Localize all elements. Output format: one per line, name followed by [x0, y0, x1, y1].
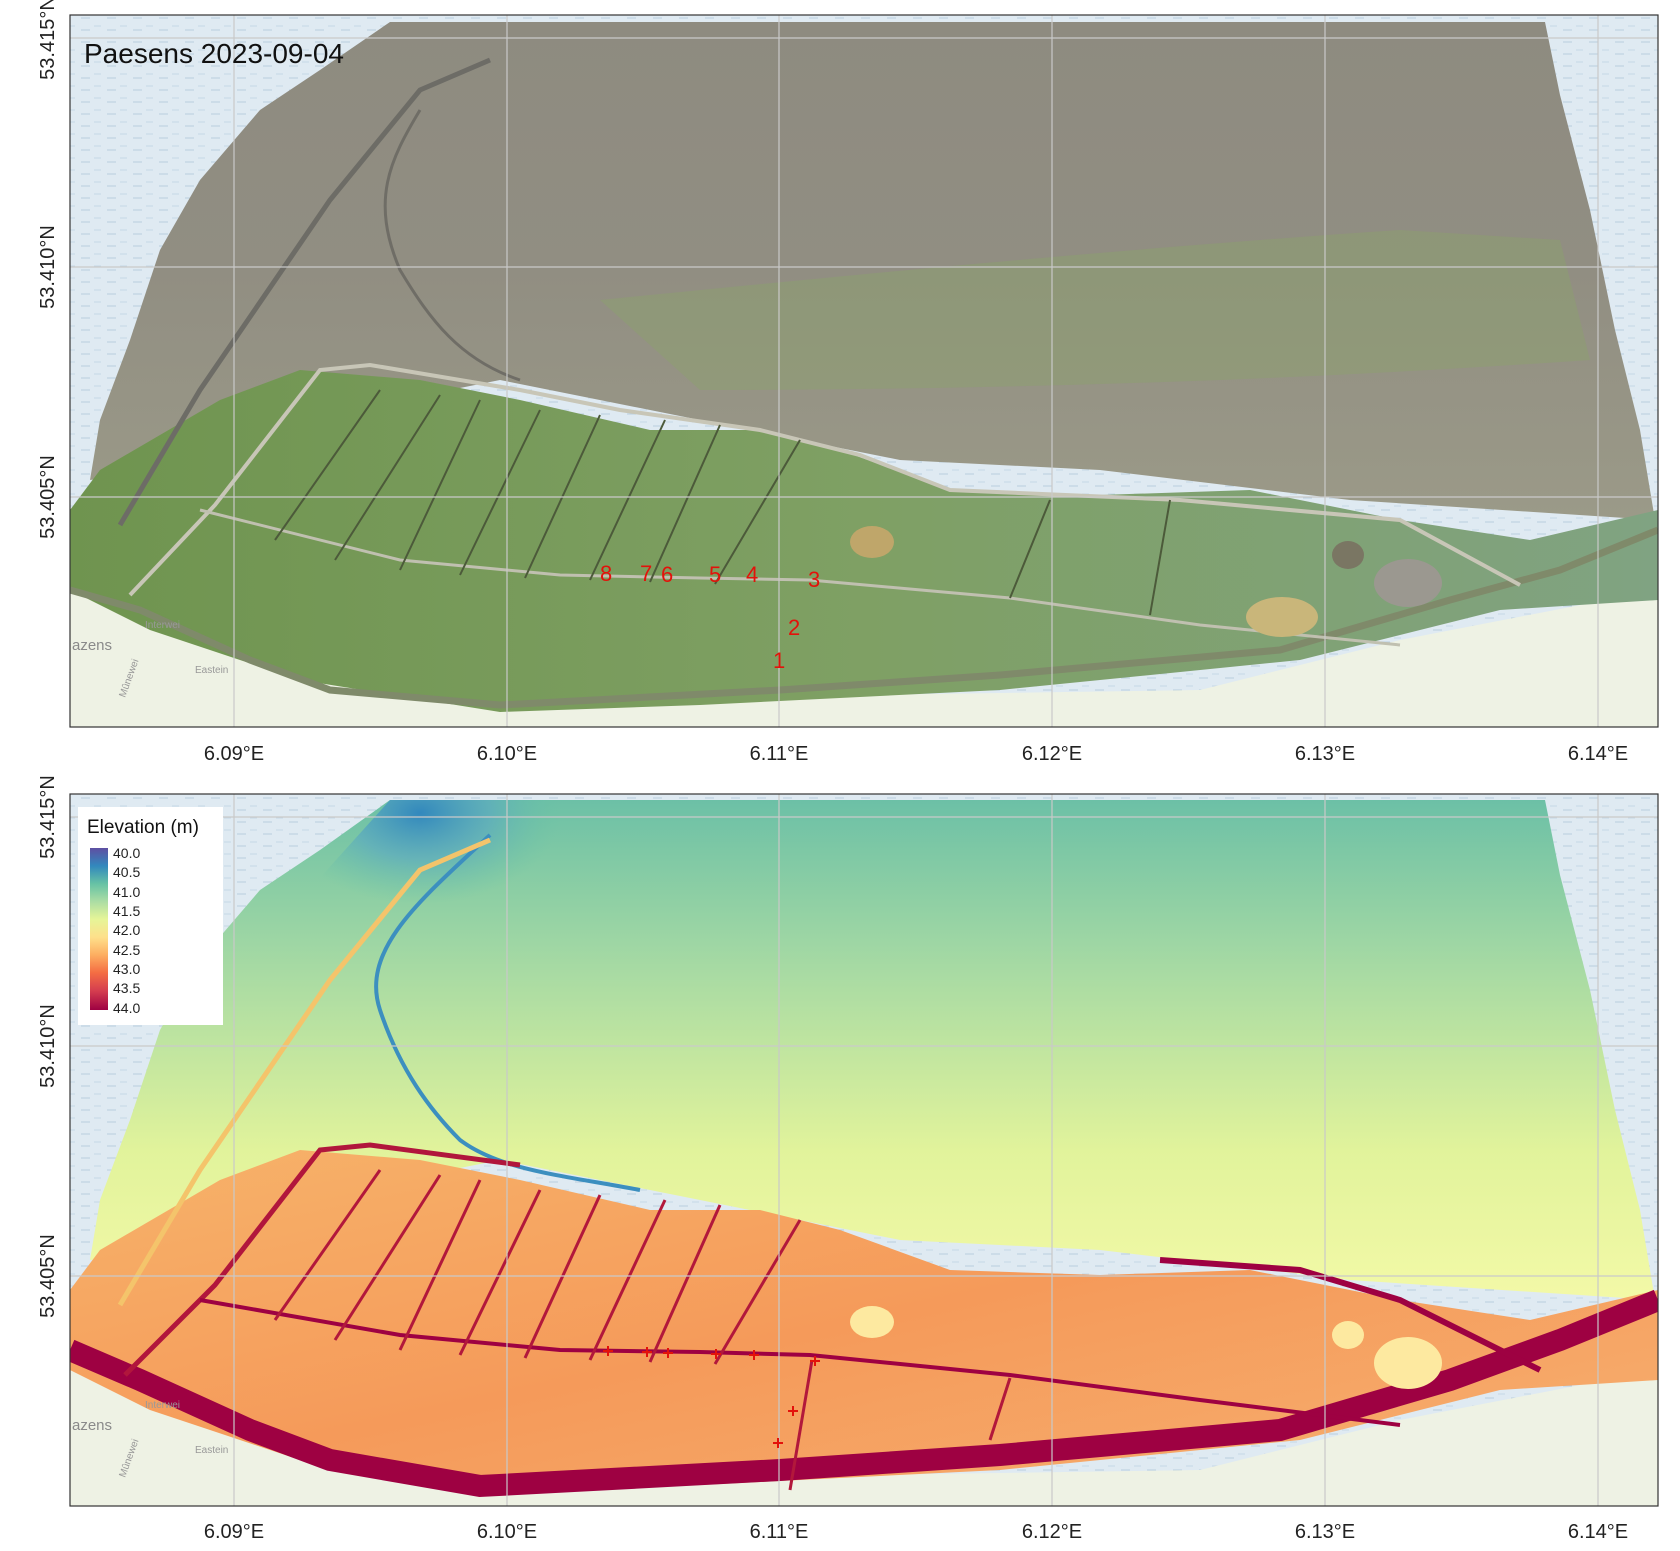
legend-title: Elevation (m) — [87, 817, 199, 838]
legend-label: 40.0 — [113, 845, 140, 861]
top-x-axis: 6.09°E 6.10°E 6.11°E 6.12°E 6.13°E 6.14°… — [204, 743, 1628, 765]
x-tick-label: 6.11°E — [750, 1521, 809, 1543]
y-tick-label: 53.405°N — [37, 1234, 59, 1318]
basemap-town-label: azens — [72, 1417, 112, 1434]
x-tick-label: 6.10°E — [477, 743, 537, 765]
legend-label: 42.5 — [113, 942, 140, 958]
x-tick-label: 6.12°E — [1022, 1521, 1082, 1543]
x-tick-label: 6.14°E — [1568, 1521, 1628, 1543]
legend-label: 43.5 — [113, 980, 140, 996]
point-label-8: 8 — [600, 561, 612, 586]
x-tick-label: 6.13°E — [1295, 743, 1355, 765]
figure: azens Interwei Eastein Mûnewei 1 2 3 4 5… — [37, 0, 1659, 1543]
point-label-5: 5 — [709, 562, 721, 587]
bottom-x-axis: 6.09°E 6.10°E 6.11°E 6.12°E 6.13°E 6.14°… — [204, 1521, 1628, 1543]
pond — [1374, 559, 1442, 607]
x-tick-label: 6.12°E — [1022, 743, 1082, 765]
panel-title: Paesens 2023-09-04 — [84, 38, 344, 69]
pond-marsh — [850, 526, 894, 558]
legend-labels: 40.0 40.5 41.0 41.5 42.0 42.5 43.0 43.5 … — [113, 845, 140, 1016]
point-label-1: 1 — [773, 648, 785, 673]
legend-label: 43.0 — [113, 961, 140, 977]
x-tick-label: 6.10°E — [477, 1521, 537, 1543]
y-tick-label: 53.410°N — [37, 1004, 59, 1088]
pond-yellow — [1246, 597, 1318, 637]
elevation-panel: azens Interwei Eastein Mûnewei — [70, 794, 1658, 1506]
point-label-4: 4 — [746, 562, 758, 587]
x-tick-label: 6.13°E — [1295, 1521, 1355, 1543]
bottom-y-axis: 53.415°N 53.410°N 53.405°N — [37, 775, 59, 1318]
y-tick-label: 53.405°N — [37, 455, 59, 539]
legend-label: 44.0 — [113, 1000, 140, 1016]
y-tick-label: 53.415°N — [37, 0, 59, 80]
legend-label: 42.0 — [113, 922, 140, 938]
pond-small — [1332, 541, 1364, 569]
basemap-street-label: Eastein — [195, 1445, 228, 1456]
basemap-town-label: azens — [72, 637, 112, 654]
x-tick-label: 6.09°E — [204, 1521, 264, 1543]
point-label-2: 2 — [788, 615, 800, 640]
elevation-legend: Elevation (m) 40.0 40.5 41.0 41.5 42.0 4… — [78, 807, 223, 1025]
point-label-7: 7 — [640, 561, 652, 586]
pond-elevation — [1374, 1337, 1442, 1389]
basemap-street-label: Eastein — [195, 665, 228, 676]
legend-label: 41.0 — [113, 884, 140, 900]
point-label-6: 6 — [661, 562, 673, 587]
pond-elevation-marsh — [850, 1306, 894, 1338]
x-tick-label: 6.11°E — [750, 743, 809, 765]
pond-elevation-small — [1332, 1321, 1364, 1349]
point-label-3: 3 — [808, 567, 820, 592]
legend-label: 41.5 — [113, 903, 140, 919]
x-tick-label: 6.09°E — [204, 743, 264, 765]
basemap-street-label: Interwei — [145, 620, 180, 631]
top-y-axis: 53.415°N 53.410°N 53.405°N — [37, 0, 59, 539]
basemap-street-label: Interwei — [145, 1400, 180, 1411]
y-tick-label: 53.410°N — [37, 225, 59, 309]
y-tick-label: 53.415°N — [37, 775, 59, 859]
legend-colorbar — [90, 848, 108, 1010]
orthophoto-panel: azens Interwei Eastein Mûnewei 1 2 3 4 5… — [70, 15, 1658, 727]
x-tick-label: 6.14°E — [1568, 743, 1628, 765]
legend-label: 40.5 — [113, 864, 140, 880]
